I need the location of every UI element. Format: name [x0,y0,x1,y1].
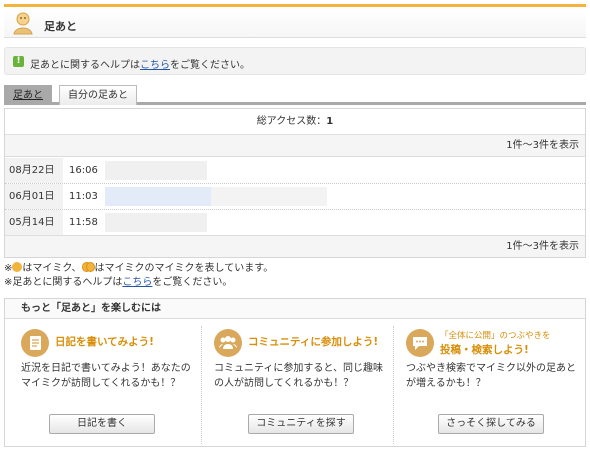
help-text: 足あとに関するヘルプはこちらをご覧ください。 [30,56,250,71]
visit-row: 05月14日 11:58 [5,210,585,236]
mymixi-icon [12,262,23,272]
total-access: 総アクセス数：1 [5,109,585,135]
visit-date: 06月01日 [5,184,63,209]
note-help-prefix: ※足あとに関するヘルプは [4,277,123,288]
page-header: 足あと [4,4,586,38]
page-title: 足あと [44,20,77,33]
note-friend-of-friend: はマイミクのマイミクを表しています。 [94,263,274,274]
note-help-suffix: をご覧ください。 [152,277,233,288]
community-column: コミュニティに参加しよう! コミュニティに参加すると、同じ趣味の人が訪問してくれ… [201,326,389,444]
tweet-column: 「全体に公開」のつぶやきを 投稿・検索しよう! つぶやき検索でマイミク以外の足あ… [393,326,581,444]
visits-panel: 総アクセス数：1 1件～3件を表示 08月22日 16:06 06月01日 11… [4,108,586,258]
diary-desc: 近況を日記で書いてみよう！あなたのマイミクが訪問してくれるかも！？ [21,363,191,389]
visit-date: 05月14日 [5,210,63,235]
help-link[interactable]: こちら [140,60,170,71]
note-mark: ※ [4,263,13,274]
legend-line: ※ はマイミク、 はマイミクのマイミクを表しています。 [4,262,273,276]
enjoy-more-section: もっと「足あと」を楽しむには 日記を書いてみよう! 近況を日記で書いてみよう！あ… [4,298,586,447]
tweet-subtitle: 「全体に公開」のつぶやきを [440,331,551,341]
community-desc: コミュニティに参加すると、同じ趣味の人が訪問してくれるかも！？ [214,363,383,389]
community-title: コミュニティに参加しよう! [248,336,379,348]
visit-time: 11:58 [69,217,98,228]
note-mymixi: はマイミク、 [22,263,82,274]
visitor-name-hidden[interactable] [105,187,211,206]
tweet-icon [406,329,434,357]
tab-bar: 足あと 自分の足あと [4,85,586,105]
tweet-desc: つぶやき検索でマイミク以外の足あとが増えるかも！？ [406,363,576,389]
friend-of-friend-icon [81,262,95,272]
diary-column: 日記を書いてみよう! 近況を日記で書いてみよう！あなたのマイミクが訪問してくれる… [9,326,197,444]
visit-time: 11:03 [69,191,98,202]
write-diary-button[interactable]: 日記を書く [49,414,155,434]
find-community-button[interactable]: コミュニティを探す [248,414,354,434]
enjoy-title: もっと「足あと」を楽しむには [5,299,585,319]
visit-row: 06月01日 11:03 [5,184,585,210]
total-access-count: 1 [326,116,334,127]
pagination-bottom: 1件～3件を表示 [5,235,585,257]
diary-icon [21,329,49,357]
pagination-top: 1件～3件を表示 [5,135,585,157]
tab-footprints[interactable]: 足あと [4,85,52,105]
visit-date: 08月22日 [5,158,63,183]
diary-title: 日記を書いてみよう! [55,336,154,348]
user-icon [13,12,33,35]
visit-time: 16:06 [69,165,98,176]
visit-row: 08月22日 16:06 [5,158,585,184]
community-icon [214,329,242,357]
help-icon: ! [13,56,24,67]
help-prefix: 足あとに関するヘルプは [30,60,140,71]
visitor-info-hidden [211,187,327,206]
help-suffix: をご覧ください。 [170,60,250,71]
help-note-line: ※足あとに関するヘルプはこちらをご覧ください。 [4,276,273,290]
search-now-button[interactable]: さっそく探してみる [438,414,544,434]
tab-my-footprints[interactable]: 自分の足あと [59,85,137,105]
visitor-name-hidden[interactable] [105,213,207,232]
help-box: ! 足あとに関するヘルプはこちらをご覧ください。 [4,47,586,75]
legend-notes: ※ はマイミク、 はマイミクのマイミクを表しています。 ※足あとに関するヘルプはこち… [4,262,273,290]
total-access-label: 総アクセス数： [256,116,327,127]
visitor-name-hidden[interactable] [105,161,207,180]
tweet-title: 投稿・検索しよう! [440,344,529,356]
note-help-link[interactable]: こちら [122,277,152,288]
